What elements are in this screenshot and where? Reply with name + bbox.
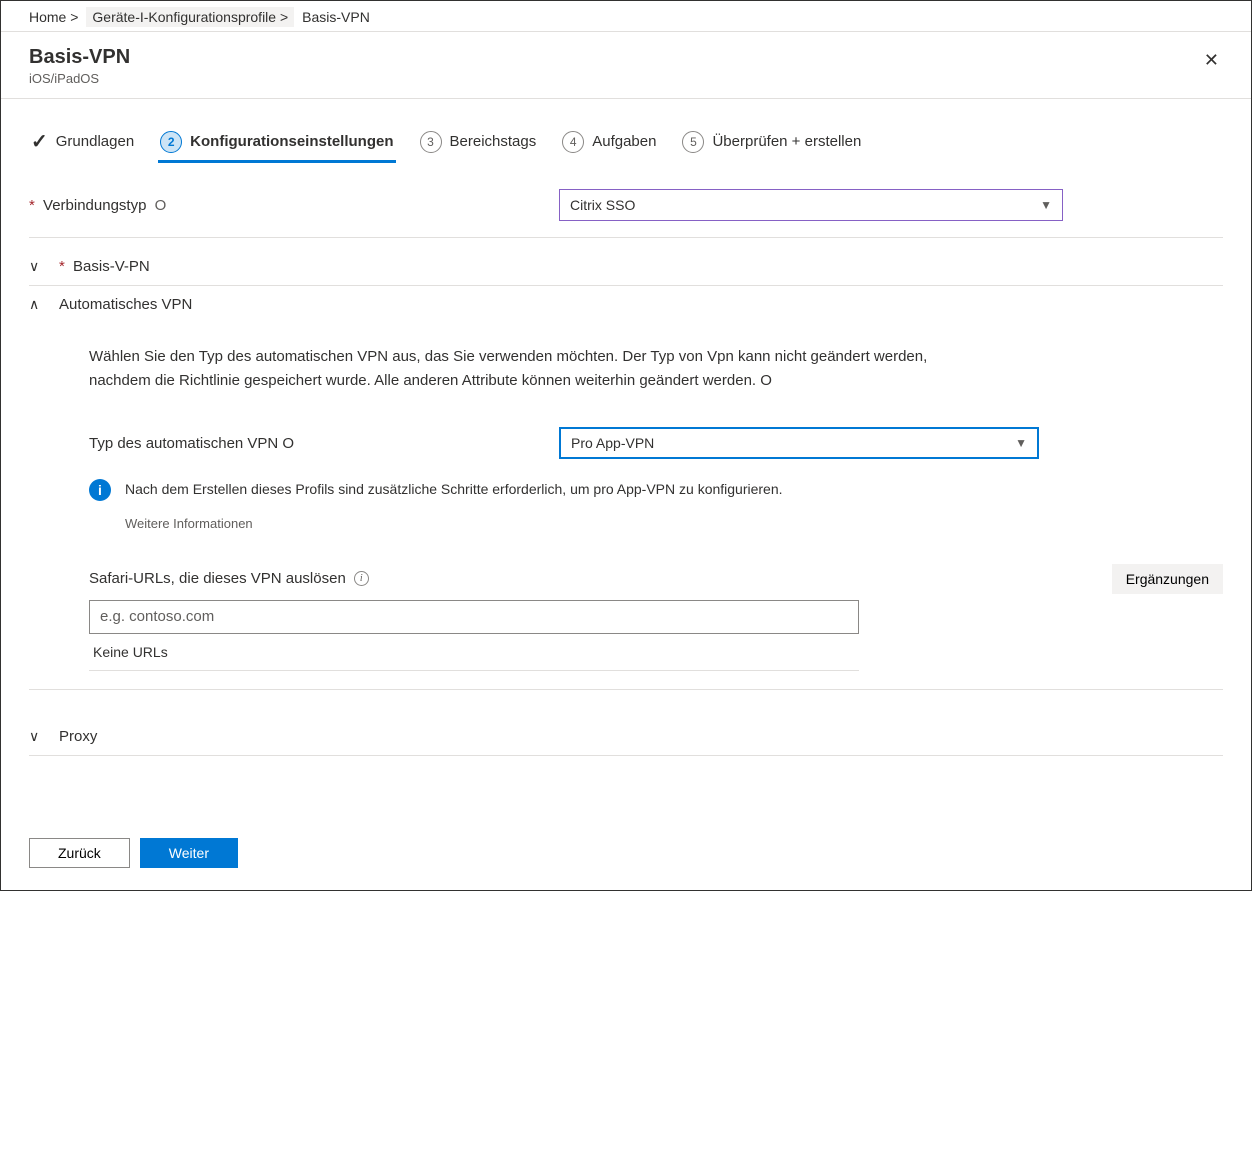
section-proxy[interactable]: ∨ Proxy	[29, 718, 1223, 756]
learn-more-link[interactable]: Weitere Informationen	[125, 514, 783, 534]
info-bar: i Nach dem Erstellen dieses Profils sind…	[89, 479, 1223, 534]
next-button[interactable]: Weiter	[140, 838, 238, 868]
connection-type-label-text: Verbindungstyp	[43, 197, 146, 214]
step-basics[interactable]: ✓ Grundlagen	[29, 123, 136, 164]
step-review[interactable]: 5 Überprüfen + erstellen	[680, 125, 863, 163]
info-text: Nach dem Erstellen dieses Profils sind z…	[125, 479, 783, 534]
chevron-up-icon: ∧	[29, 296, 45, 313]
section-basis-label: Basis-V-PN	[73, 258, 150, 275]
panel-container: Home > Geräte-I-Konfigurationsprofile > …	[0, 0, 1252, 891]
panel-title: Basis-VPN	[29, 46, 130, 69]
info-text-main: Nach dem Erstellen dieses Profils sind z…	[125, 481, 783, 497]
auto-vpn-type-select[interactable]: Pro App-VPN ▼	[559, 427, 1039, 459]
chevron-down-icon: ∨	[29, 728, 45, 745]
connection-type-value: Citrix SSO	[570, 197, 635, 213]
section-basis-vpn[interactable]: ∨ * Basis-V-PN	[29, 248, 1223, 286]
check-icon: ✓	[31, 129, 48, 154]
auto-vpn-body: Wählen Sie den Typ des automatischen VPN…	[29, 317, 1223, 690]
body: ✓ Grundlagen 2 Konfigurationseinstellung…	[1, 99, 1251, 768]
no-urls-text: Keine URLs	[89, 634, 859, 671]
step-assignments[interactable]: 4 Aufgaben	[560, 125, 658, 163]
section-auto-label: Automatisches VPN	[59, 296, 192, 313]
safari-urls-header: Safari-URLs, die dieses VPN auslösen i E…	[89, 564, 1223, 594]
step-config-label: Konfigurationseinstellungen	[190, 133, 393, 150]
breadcrumb-home[interactable]: Home >	[25, 7, 82, 27]
close-icon[interactable]: ✕	[1196, 46, 1227, 75]
step-config[interactable]: 2 Konfigurationseinstellungen	[158, 125, 395, 163]
breadcrumb-current: Basis-VPN	[298, 7, 374, 27]
step-scope-label: Bereichstags	[450, 133, 537, 150]
step-assignments-badge: 4	[562, 131, 584, 153]
step-scope[interactable]: 3 Bereichstags	[418, 125, 539, 163]
panel-header: Basis-VPN iOS/iPadOS ✕	[1, 32, 1251, 99]
safari-urls-label: Safari-URLs, die dieses VPN auslösen i	[89, 570, 369, 587]
safari-urls-label-text: Safari-URLs, die dieses VPN auslösen	[89, 570, 346, 587]
info-indicator: O	[155, 197, 167, 214]
step-scope-badge: 3	[420, 131, 442, 153]
add-url-button[interactable]: Ergänzungen	[1112, 564, 1223, 594]
step-assignments-label: Aufgaben	[592, 133, 656, 150]
connection-type-row: * Verbindungstyp O Citrix SSO ▼	[29, 189, 1223, 238]
wizard-steps: ✓ Grundlagen 2 Konfigurationseinstellung…	[29, 123, 1223, 165]
section-auto-vpn[interactable]: ∧ Automatisches VPN	[29, 286, 1223, 317]
step-basics-label: Grundlagen	[56, 133, 134, 150]
auto-vpn-type-row: Typ des automatischen VPN O Pro App-VPN …	[89, 427, 1223, 459]
auto-vpn-description: Wählen Sie den Typ des automatischen VPN…	[89, 345, 959, 393]
section-proxy-label: Proxy	[59, 728, 97, 745]
breadcrumb-devices[interactable]: Geräte-I-Konfigurationsprofile >	[86, 7, 294, 27]
required-asterisk: *	[29, 197, 35, 214]
connection-type-label: * Verbindungstyp O	[29, 197, 559, 214]
panel: Basis-VPN iOS/iPadOS ✕ ✓ Grundlagen 2 Ko…	[1, 32, 1251, 890]
required-asterisk: *	[59, 258, 65, 275]
panel-subtitle: iOS/iPadOS	[29, 71, 130, 86]
info-circle-icon[interactable]: i	[354, 571, 369, 586]
step-review-label: Überprüfen + erstellen	[712, 133, 861, 150]
chevron-down-icon: ▼	[1040, 198, 1052, 212]
step-config-badge: 2	[160, 131, 182, 153]
info-icon: i	[89, 479, 111, 501]
step-review-badge: 5	[682, 131, 704, 153]
auto-vpn-type-value: Pro App-VPN	[571, 435, 654, 451]
back-button[interactable]: Zurück	[29, 838, 130, 868]
auto-vpn-type-label: Typ des automatischen VPN O	[89, 435, 559, 452]
breadcrumb: Home > Geräte-I-Konfigurationsprofile > …	[1, 1, 1251, 32]
chevron-down-icon: ▼	[1015, 436, 1027, 450]
safari-url-input[interactable]	[89, 600, 859, 634]
wizard-footer: Zurück Weiter	[1, 768, 1251, 890]
chevron-down-icon: ∨	[29, 258, 45, 275]
connection-type-select[interactable]: Citrix SSO ▼	[559, 189, 1063, 221]
